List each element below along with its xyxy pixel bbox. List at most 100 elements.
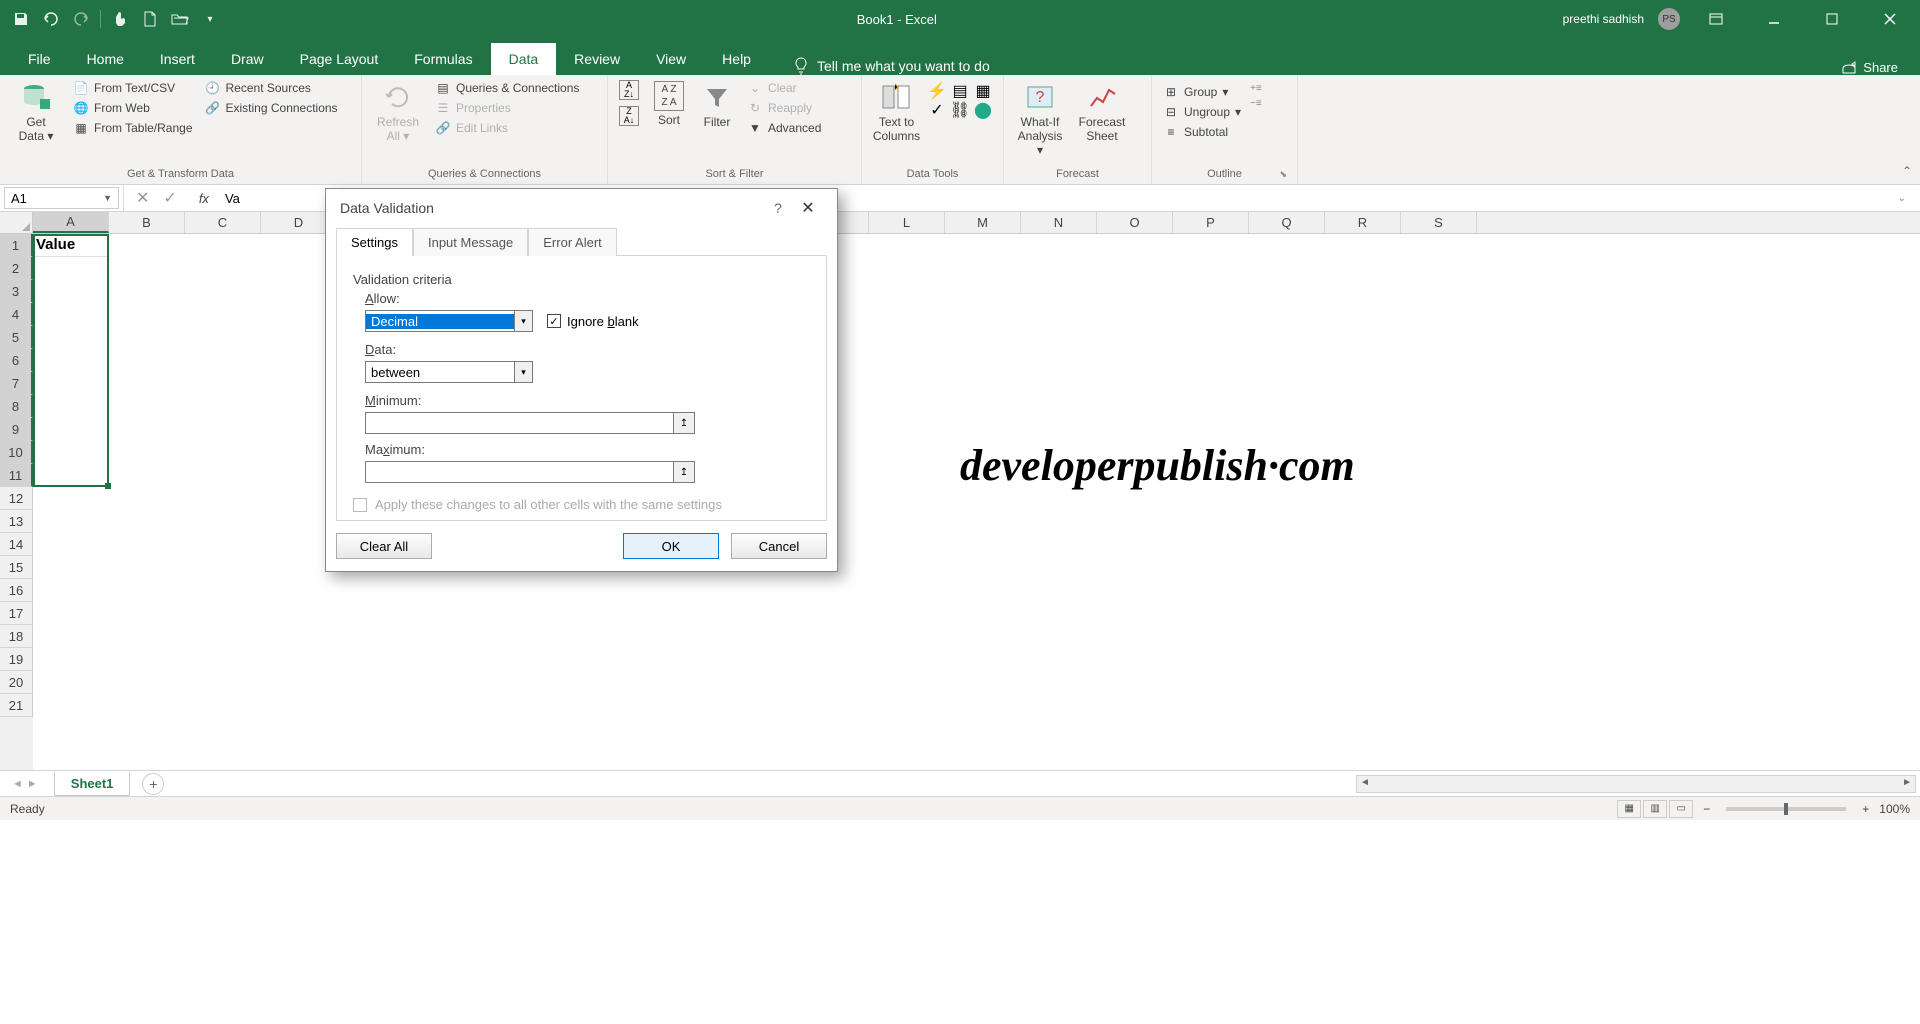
- column-header[interactable]: S: [1401, 212, 1477, 233]
- zoom-in-icon[interactable]: +: [1862, 802, 1869, 816]
- existing-connections-button[interactable]: 🔗Existing Connections: [202, 99, 341, 117]
- minimize-icon[interactable]: [1752, 0, 1796, 38]
- hide-detail-icon[interactable]: −≡: [1250, 98, 1262, 109]
- sheet-nav-prev-icon[interactable]: ◄: [12, 778, 23, 790]
- user-name[interactable]: preethi sadhish: [1563, 12, 1644, 26]
- enter-formula-icon[interactable]: ✓: [163, 188, 176, 208]
- sheet-nav-next-icon[interactable]: ►: [27, 778, 38, 790]
- select-all-corner[interactable]: [0, 212, 33, 234]
- sheet-tab-sheet1[interactable]: Sheet1: [54, 772, 131, 796]
- ungroup-button[interactable]: ⊟Ungroup ▾: [1160, 103, 1244, 121]
- share-button[interactable]: Share: [1841, 60, 1910, 75]
- allow-dropdown-icon[interactable]: ▾: [514, 311, 532, 331]
- row-header[interactable]: 11: [0, 464, 33, 487]
- row-header[interactable]: 13: [0, 510, 33, 533]
- row-header[interactable]: 10: [0, 441, 33, 464]
- add-sheet-button[interactable]: +: [142, 773, 164, 795]
- dialog-titlebar[interactable]: Data Validation ? ✕: [326, 189, 837, 227]
- cell-a1[interactable]: Value: [33, 234, 109, 257]
- ok-button[interactable]: OK: [623, 533, 719, 559]
- minimum-input[interactable]: [365, 412, 673, 434]
- recent-sources-button[interactable]: 🕘Recent Sources: [202, 79, 341, 97]
- fill-handle[interactable]: [105, 483, 111, 489]
- consolidate-icon[interactable]: ▦: [975, 83, 991, 99]
- new-file-icon[interactable]: [137, 6, 163, 32]
- data-validation-icon[interactable]: ✓: [929, 102, 945, 118]
- maximum-range-picker-icon[interactable]: ↥: [673, 461, 695, 483]
- user-avatar[interactable]: PS: [1658, 8, 1680, 30]
- column-header[interactable]: B: [109, 212, 185, 233]
- column-header[interactable]: Q: [1249, 212, 1325, 233]
- horizontal-scrollbar[interactable]: [1356, 775, 1916, 793]
- column-header[interactable]: A: [33, 212, 109, 233]
- from-web-button[interactable]: 🌐From Web: [70, 99, 196, 117]
- tell-me-search[interactable]: Tell me what you want to do: [783, 57, 1000, 75]
- redo-icon[interactable]: [68, 6, 94, 32]
- show-detail-icon[interactable]: +≡: [1250, 83, 1262, 94]
- advanced-filter-button[interactable]: ▼Advanced: [744, 119, 824, 137]
- cells-area[interactable]: Value: [33, 234, 1920, 770]
- cancel-button[interactable]: Cancel: [731, 533, 827, 559]
- text-to-columns-button[interactable]: Text toColumns: [870, 79, 923, 145]
- zoom-slider[interactable]: [1726, 807, 1846, 811]
- allow-select[interactable]: Decimal ▾: [365, 310, 533, 332]
- dialog-tab-settings[interactable]: Settings: [336, 228, 413, 256]
- outline-launcher-icon[interactable]: ⬊: [1279, 169, 1287, 180]
- tab-view[interactable]: View: [638, 43, 704, 75]
- dialog-tab-input-message[interactable]: Input Message: [413, 228, 528, 256]
- touch-mouse-icon[interactable]: [107, 6, 133, 32]
- maximize-icon[interactable]: [1810, 0, 1854, 38]
- tab-insert[interactable]: Insert: [142, 43, 213, 75]
- row-header[interactable]: 17: [0, 602, 33, 625]
- undo-icon[interactable]: [38, 6, 64, 32]
- row-header[interactable]: 19: [0, 648, 33, 671]
- subtotal-button[interactable]: ≡Subtotal: [1160, 123, 1244, 141]
- row-header[interactable]: 15: [0, 556, 33, 579]
- relationships-icon[interactable]: ⛓: [952, 102, 968, 118]
- row-header[interactable]: 4: [0, 303, 33, 326]
- row-header[interactable]: 1: [0, 234, 33, 257]
- data-model-icon[interactable]: ⬤: [975, 102, 991, 118]
- fx-icon[interactable]: fx: [189, 191, 219, 206]
- collapse-ribbon-icon[interactable]: ⌃: [1902, 164, 1912, 178]
- row-header[interactable]: 14: [0, 533, 33, 556]
- tab-home[interactable]: Home: [69, 43, 142, 75]
- column-header[interactable]: M: [945, 212, 1021, 233]
- row-header[interactable]: 20: [0, 671, 33, 694]
- ribbon-display-icon[interactable]: [1694, 0, 1738, 38]
- column-header[interactable]: C: [185, 212, 261, 233]
- remove-duplicates-icon[interactable]: ▤: [952, 83, 968, 99]
- dialog-tab-error-alert[interactable]: Error Alert: [528, 228, 617, 256]
- get-data-button[interactable]: GetData ▾: [8, 79, 64, 145]
- ignore-blank-checkbox[interactable]: ✓ Ignore blank: [547, 314, 639, 329]
- group-rows-button[interactable]: ⊞Group ▾: [1160, 83, 1244, 101]
- data-select[interactable]: between ▾: [365, 361, 533, 383]
- row-header[interactable]: 5: [0, 326, 33, 349]
- row-header[interactable]: 9: [0, 418, 33, 441]
- sort-za-button[interactable]: ZA↓: [616, 105, 642, 127]
- row-header[interactable]: 8: [0, 395, 33, 418]
- sort-az-button[interactable]: AZ↓: [616, 79, 642, 101]
- tab-draw[interactable]: Draw: [213, 43, 282, 75]
- clear-all-button[interactable]: Clear All: [336, 533, 432, 559]
- sort-button[interactable]: A ZZ A Sort: [648, 79, 690, 129]
- column-header[interactable]: L: [869, 212, 945, 233]
- tab-review[interactable]: Review: [556, 43, 638, 75]
- save-icon[interactable]: [8, 6, 34, 32]
- name-box[interactable]: A1 ▼: [4, 187, 119, 209]
- flash-fill-icon[interactable]: ⚡: [929, 83, 945, 99]
- row-header[interactable]: 7: [0, 372, 33, 395]
- queries-connections-button[interactable]: ▤Queries & Connections: [432, 79, 582, 97]
- expand-formula-bar-icon[interactable]: ⌄: [1898, 193, 1914, 204]
- tab-file[interactable]: File: [10, 43, 69, 75]
- page-break-view-icon[interactable]: ▭: [1669, 800, 1693, 818]
- forecast-sheet-button[interactable]: ForecastSheet: [1074, 79, 1130, 145]
- dialog-help-icon[interactable]: ?: [763, 200, 793, 216]
- minimum-range-picker-icon[interactable]: ↥: [673, 412, 695, 434]
- cancel-formula-icon[interactable]: ✕: [136, 188, 149, 208]
- row-header[interactable]: 3: [0, 280, 33, 303]
- qat-customize-icon[interactable]: ▾: [197, 6, 223, 32]
- tab-help[interactable]: Help: [704, 43, 769, 75]
- data-dropdown-icon[interactable]: ▾: [514, 362, 532, 382]
- dialog-close-icon[interactable]: ✕: [793, 198, 823, 218]
